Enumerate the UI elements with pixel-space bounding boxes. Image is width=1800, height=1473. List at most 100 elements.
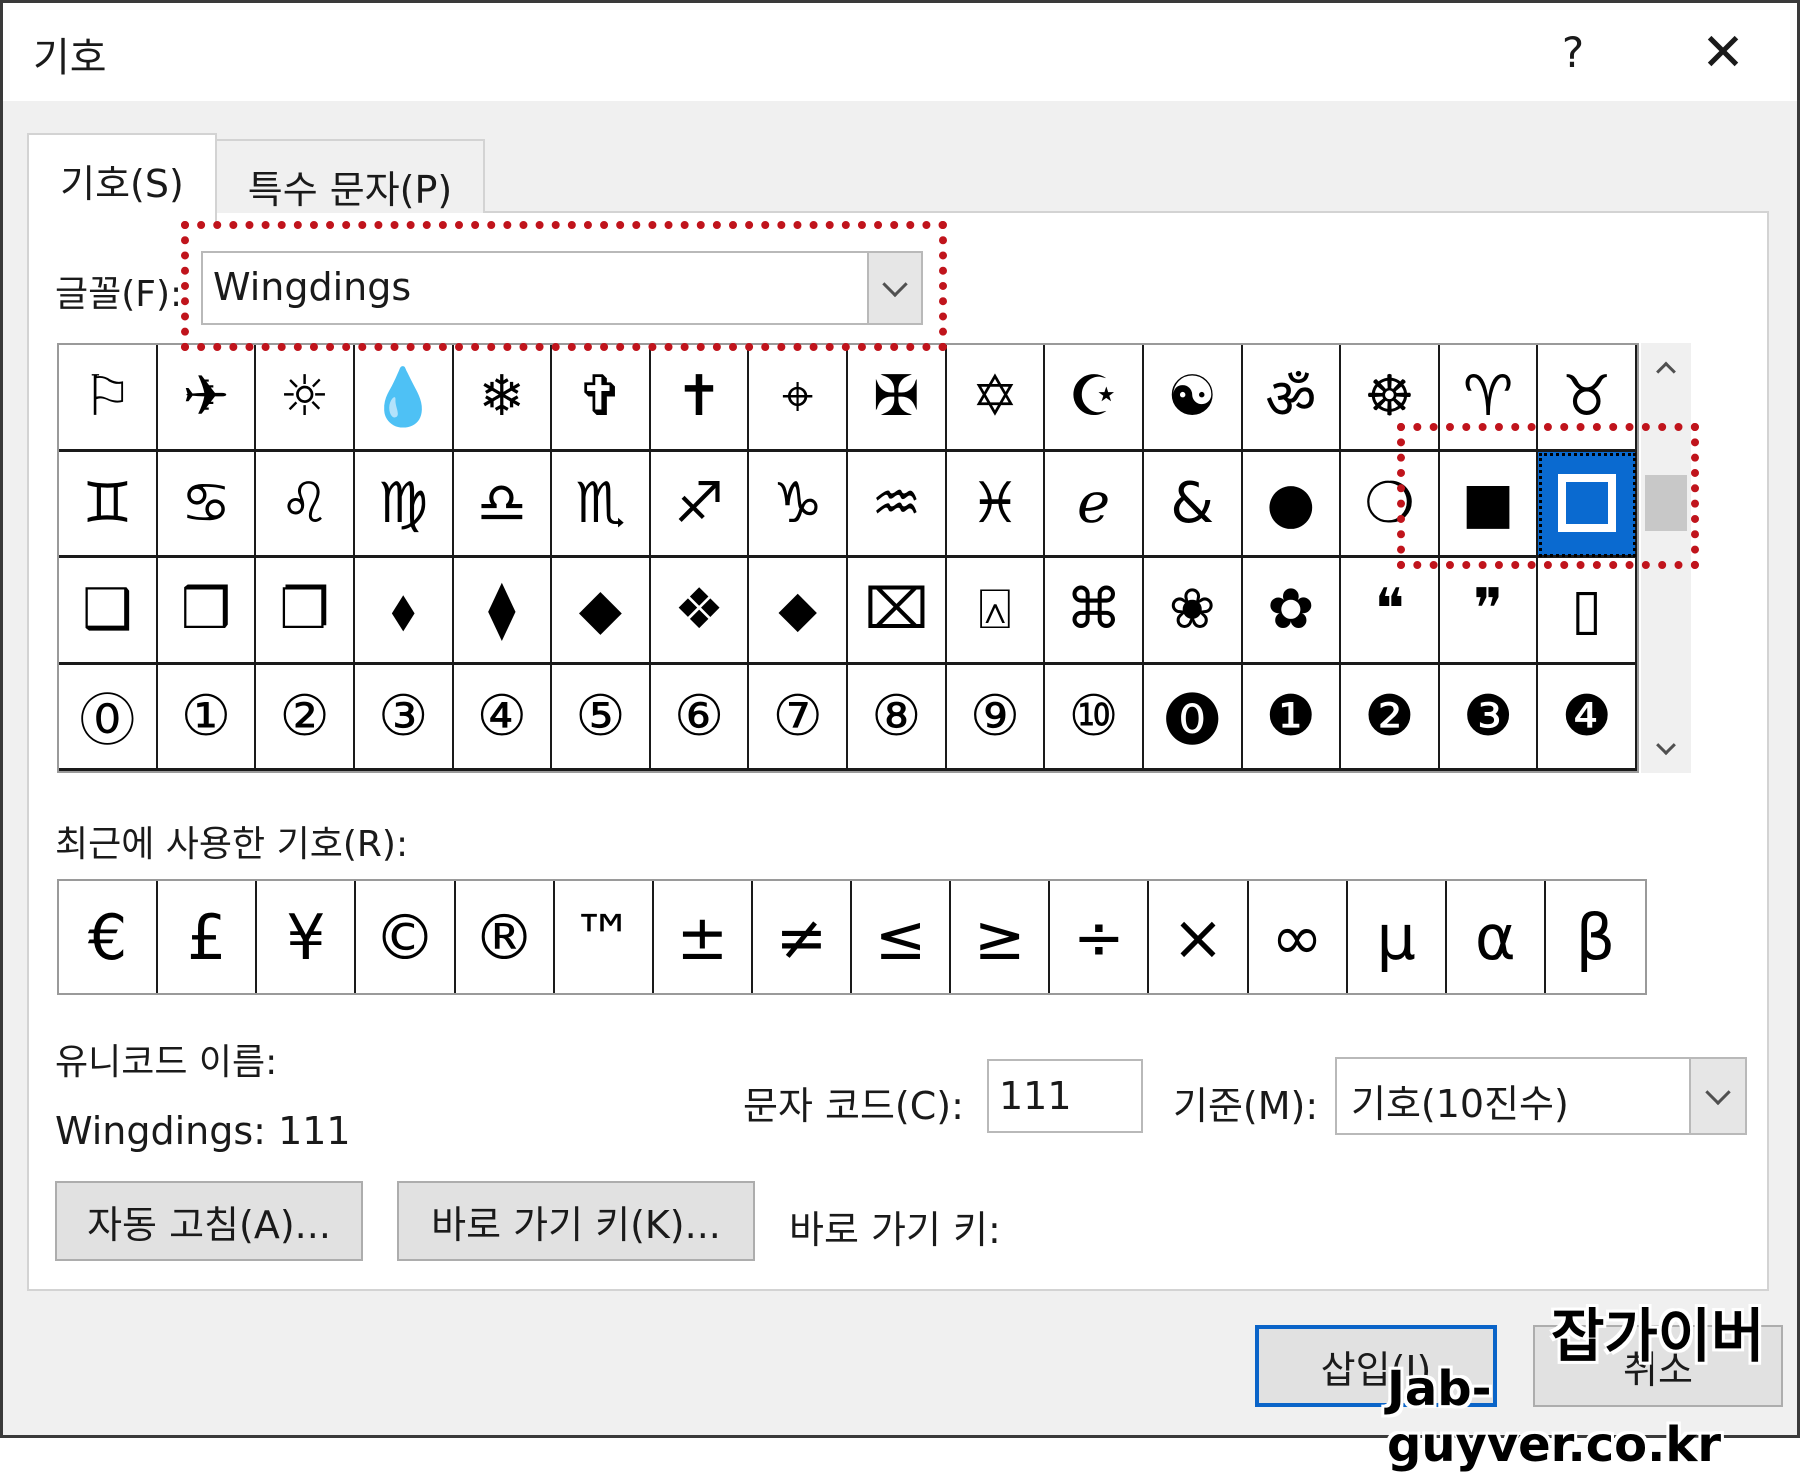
symbol-cell[interactable]: ♌	[256, 451, 355, 558]
recent-symbol-cell[interactable]: ±	[654, 881, 753, 993]
symbol-cell[interactable]: &	[1143, 451, 1243, 558]
symbol-cell[interactable]: ♈	[1439, 345, 1539, 452]
symbol-cell[interactable]: ❐	[256, 558, 355, 665]
symbol-cell[interactable]: ❞	[1439, 558, 1539, 665]
symbol-cell[interactable]: ♉	[1538, 345, 1637, 452]
symbol-cell[interactable]: ❒	[157, 558, 257, 665]
symbol-cell[interactable]: ❷	[1341, 664, 1440, 771]
close-button[interactable]: ✕	[1691, 21, 1755, 85]
symbol-cell[interactable]: ②	[256, 664, 355, 771]
symbol-cell[interactable]: ❸	[1439, 664, 1539, 771]
symbol-cell[interactable]: ✞	[552, 345, 651, 452]
symbol-cell[interactable]: ♎	[453, 451, 553, 558]
scroll-up-button[interactable]	[1641, 343, 1691, 393]
scroll-down-button[interactable]	[1641, 723, 1691, 773]
symbol-cell[interactable]: ⍓	[946, 558, 1046, 665]
char-code-label: 문자 코드(C):	[743, 1084, 964, 1128]
symbol-cell[interactable]: ▯	[1538, 558, 1637, 665]
symbol-grid[interactable]: ⚐✈☼💧❄✞✝⌖✠✡☪☯ॐ☸♈♉ ♊♋♌♍♎♏♐♑♒♓ℯ&●❍■ □ ❑❒❐⬧⧫◆❖⬥…	[57, 343, 1639, 773]
symbol-cell[interactable]: ♓	[946, 451, 1046, 558]
symbol-cell[interactable]: ☸	[1341, 345, 1440, 452]
symbol-cell[interactable]: ♑	[749, 451, 848, 558]
recent-symbol-cell[interactable]: ®	[456, 881, 555, 993]
symbol-cell[interactable]: ♊	[59, 451, 158, 558]
recent-symbol-cell[interactable]: ©	[356, 881, 456, 993]
recent-symbol-cell[interactable]: ×	[1149, 881, 1249, 993]
symbol-cell[interactable]: ⓪	[59, 664, 158, 771]
scroll-thumb[interactable]	[1645, 475, 1687, 531]
symbol-cell[interactable]: ✿	[1242, 558, 1342, 665]
symbol-cell[interactable]: ⑥	[650, 664, 750, 771]
symbol-cell[interactable]: ✡	[946, 345, 1046, 452]
symbol-cell[interactable]: ♏	[552, 451, 651, 558]
symbol-cell[interactable]: ✈	[157, 345, 257, 452]
symbol-cell[interactable]: ✝	[650, 345, 750, 452]
recent-symbol-cell[interactable]: ≠	[753, 881, 852, 993]
symbol-cell[interactable]: ⬧	[354, 558, 454, 665]
symbol-cell[interactable]: ♐	[650, 451, 750, 558]
symbol-cell[interactable]: ॐ	[1242, 345, 1342, 452]
symbol-cell[interactable]: ❝	[1341, 558, 1440, 665]
recent-symbol-cell[interactable]: ∞	[1249, 881, 1348, 993]
basis-dropdown-button[interactable]	[1689, 1059, 1745, 1133]
symbol-cell[interactable]: ■	[1439, 451, 1539, 558]
symbol-cell[interactable]: ❍	[1341, 451, 1440, 558]
symbol-cell[interactable]: ❹	[1538, 664, 1637, 771]
symbol-cell[interactable]: 💧	[354, 345, 454, 452]
symbol-cell[interactable]: ❄	[453, 345, 553, 452]
symbol-cell[interactable]: ☼	[256, 345, 355, 452]
recent-symbol-cell[interactable]: ÷	[1050, 881, 1150, 993]
symbol-cell[interactable]: ⌘	[1045, 558, 1144, 665]
recent-symbol-cell[interactable]: ≥	[951, 881, 1051, 993]
symbol-cell[interactable]: ④	[453, 664, 553, 771]
symbol-cell[interactable]: ⓿	[1143, 664, 1243, 771]
symbol-cell[interactable]: ⑧	[848, 664, 947, 771]
symbol-cell[interactable]: ♋	[157, 451, 257, 558]
symbol-cell[interactable]: ◆	[552, 558, 651, 665]
help-button[interactable]: ?	[1543, 23, 1603, 83]
symbol-grid-scrollbar[interactable]	[1641, 343, 1691, 773]
recent-symbol-cell[interactable]: α	[1447, 881, 1546, 993]
symbol-cell[interactable]: ⑦	[749, 664, 848, 771]
char-code-input[interactable]	[987, 1059, 1143, 1133]
recent-symbol-cell[interactable]: µ	[1348, 881, 1447, 993]
basis-select[interactable]: 기호(10진수)	[1335, 1057, 1747, 1135]
recent-symbol-cell[interactable]: ¥	[257, 881, 357, 993]
tab-symbols[interactable]: 기호(S)	[27, 133, 217, 223]
autocorrect-button[interactable]: 자동 고침(A)...	[55, 1181, 363, 1261]
shortcut-key-button[interactable]: 바로 가기 키(K)...	[397, 1181, 755, 1261]
symbol-cell[interactable]: ☯	[1143, 345, 1243, 452]
symbol-cell[interactable]: ●	[1242, 451, 1342, 558]
symbol-cell[interactable]: ✠	[848, 345, 947, 452]
symbol-cell[interactable]: ⧫	[453, 558, 553, 665]
symbol-cell[interactable]: ①	[157, 664, 257, 771]
font-select[interactable]: Wingdings	[201, 251, 923, 325]
symbol-cell[interactable]: ☪	[1045, 345, 1144, 452]
symbol-cell[interactable]: ⌧	[848, 558, 947, 665]
symbol-cell[interactable]: ❶	[1242, 664, 1342, 771]
basis-select-value: 기호(10진수)	[1351, 1082, 1569, 1126]
symbol-cell[interactable]: ♒	[848, 451, 947, 558]
tab-special-characters[interactable]: 특수 문자(P)	[215, 139, 485, 213]
font-dropdown-button[interactable]	[867, 253, 921, 323]
recent-symbol-cell[interactable]: β	[1546, 881, 1645, 993]
symbol-cell[interactable]: ♍	[354, 451, 454, 558]
symbol-cell[interactable]: ❑	[59, 558, 158, 665]
symbol-cell[interactable]: ⑨	[946, 664, 1046, 771]
symbol-cell-selected[interactable]: □	[1538, 451, 1637, 558]
recent-symbol-cell[interactable]: €	[59, 881, 159, 993]
shortcut-key-label: 바로 가기 키:	[789, 1208, 1001, 1252]
recent-symbols-grid[interactable]: € £ ¥ © ® ™ ± ≠ ≤ ≥ ÷ × ∞ µ α β	[57, 879, 1647, 995]
symbol-cell[interactable]: ⬥	[749, 558, 848, 665]
symbol-cell[interactable]: ⑩	[1045, 664, 1144, 771]
symbol-cell[interactable]: ❀	[1143, 558, 1243, 665]
recent-symbol-cell[interactable]: ™	[555, 881, 654, 993]
symbol-cell[interactable]: ℯ	[1045, 451, 1144, 558]
symbol-cell[interactable]: ⑤	[552, 664, 651, 771]
symbol-cell[interactable]: ⌖	[749, 345, 848, 452]
recent-symbol-cell[interactable]: ≤	[852, 881, 952, 993]
recent-symbol-cell[interactable]: £	[158, 881, 258, 993]
symbol-cell[interactable]: ⚐	[59, 345, 158, 452]
symbol-cell[interactable]: ❖	[650, 558, 750, 665]
symbol-cell[interactable]: ③	[354, 664, 454, 771]
